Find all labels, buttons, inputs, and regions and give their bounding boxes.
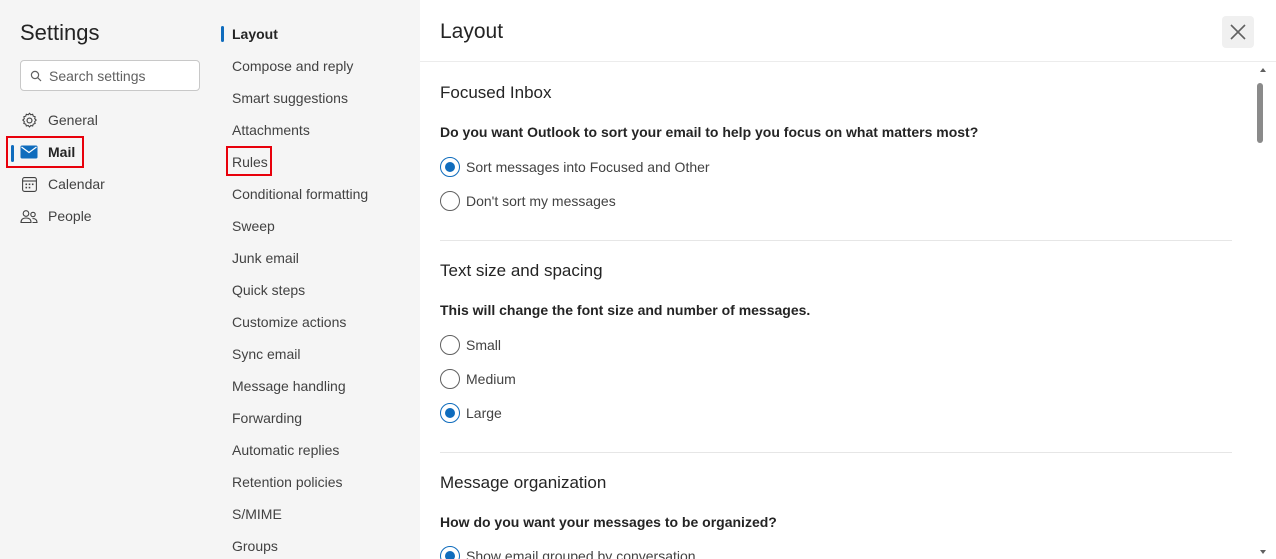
menu-item-junk-email[interactable]: Junk email [232, 248, 299, 268]
section-title-focused-inbox: Focused Inbox [440, 83, 552, 102]
menu-item-layout[interactable]: Layout [232, 24, 278, 44]
option-label: Large [466, 405, 502, 421]
category-general[interactable]: General [20, 109, 98, 131]
scroll-down-arrow-icon[interactable] [1260, 550, 1266, 554]
category-label: Calendar [48, 176, 105, 192]
option-label: Medium [466, 371, 516, 387]
menu-item-smime[interactable]: S/MIME [232, 504, 282, 524]
scroll-up-arrow-icon[interactable] [1260, 68, 1266, 72]
highlight-box-mail [6, 136, 84, 168]
option-small[interactable]: Small [440, 334, 501, 356]
section-divider [440, 452, 1232, 453]
question-text-size: This will change the font size and numbe… [440, 302, 811, 318]
menu-item-attachments[interactable]: Attachments [232, 120, 310, 140]
menu-item-compose-and-reply[interactable]: Compose and reply [232, 56, 353, 76]
panel-title: Layout [440, 20, 504, 43]
category-calendar[interactable]: Calendar [20, 173, 105, 195]
section-title-message-organization: Message organization [440, 473, 607, 492]
active-indicator [221, 26, 224, 42]
menu-item-groups[interactable]: Groups [232, 536, 278, 556]
settings-title: Settings [20, 20, 100, 45]
option-dont-sort[interactable]: Don't sort my messages [440, 190, 616, 212]
close-icon [1230, 24, 1246, 40]
menu-item-customize-actions[interactable]: Customize actions [232, 312, 346, 332]
highlight-box-rules [226, 146, 272, 176]
menu-item-sync-email[interactable]: Sync email [232, 344, 300, 364]
people-icon [20, 207, 38, 225]
option-label: Show email grouped by conversation [466, 548, 696, 559]
option-label: Don't sort my messages [466, 193, 616, 209]
gear-icon [20, 111, 38, 129]
calendar-icon [20, 175, 38, 193]
section-title-text-size: Text size and spacing [440, 261, 603, 280]
option-label: Small [466, 337, 502, 353]
category-people[interactable]: People [20, 205, 92, 227]
radio-button[interactable] [440, 157, 460, 177]
menu-item-sweep[interactable]: Sweep [232, 216, 275, 236]
settings-content: Focused Inbox Do you want Outlook to sor… [420, 63, 1256, 559]
section-divider [440, 240, 1232, 241]
close-button[interactable] [1222, 16, 1254, 48]
category-label: People [48, 208, 92, 224]
scroll-thumb[interactable] [1257, 83, 1263, 143]
menu-item-message-handling[interactable]: Message handling [232, 376, 346, 396]
question-message-organization: How do you want your messages to be orga… [440, 514, 777, 530]
option-medium[interactable]: Medium [440, 368, 516, 390]
radio-button[interactable] [440, 191, 460, 211]
vertical-scrollbar[interactable] [1256, 63, 1276, 559]
option-large[interactable]: Large [440, 402, 502, 424]
panel-header: Layout [420, 0, 1276, 62]
settings-category-pane: Settings General Mail [0, 0, 210, 559]
option-label: Sort messages into Focused and Other [466, 159, 710, 175]
search-input[interactable] [49, 67, 189, 84]
category-label: General [48, 112, 98, 128]
menu-item-conditional-formatting[interactable]: Conditional formatting [232, 184, 368, 204]
radio-button[interactable] [440, 403, 460, 423]
mail-settings-menu: Layout Compose and reply Smart suggestio… [210, 0, 420, 559]
search-icon [30, 70, 42, 81]
menu-item-quick-steps[interactable]: Quick steps [232, 280, 305, 300]
radio-button[interactable] [440, 546, 460, 559]
option-group-by-conversation[interactable]: Show email grouped by conversation [440, 545, 696, 559]
question-focused-inbox: Do you want Outlook to sort your email t… [440, 124, 979, 140]
menu-item-automatic-replies[interactable]: Automatic replies [232, 440, 339, 460]
radio-button[interactable] [440, 335, 460, 355]
radio-button[interactable] [440, 369, 460, 389]
layout-settings-panel: Layout Focused Inbox Do you want Outlook… [420, 0, 1276, 559]
menu-item-smart-suggestions[interactable]: Smart suggestions [232, 88, 348, 108]
option-sort-focused-other[interactable]: Sort messages into Focused and Other [440, 156, 710, 178]
menu-item-retention-policies[interactable]: Retention policies [232, 472, 343, 492]
menu-item-forwarding[interactable]: Forwarding [232, 408, 302, 428]
search-box[interactable] [20, 60, 200, 91]
